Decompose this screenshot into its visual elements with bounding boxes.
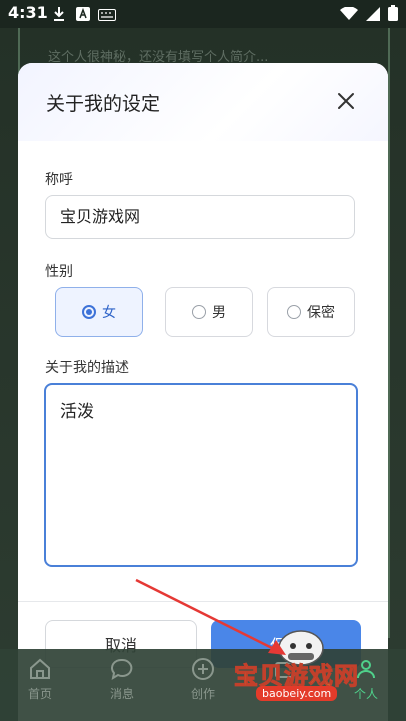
status-bar: 4:31 <box>0 0 406 28</box>
notification-a-icon <box>76 6 90 25</box>
battery-icon <box>388 5 398 25</box>
gender-option-label: 女 <box>102 305 116 321</box>
nickname-label: 称呼 <box>45 172 73 188</box>
profile-settings-modal: 关于我的设定 称呼 宝贝游戏网 性别 女 男 保密 关于我的描述 活泼 取消 保… <box>18 63 388 721</box>
background-border-right <box>388 28 390 638</box>
gender-option-label: 男 <box>212 305 226 321</box>
nav-label: 创作 <box>190 687 215 701</box>
modal-title: 关于我的设定 <box>46 93 161 115</box>
gender-option-secret[interactable]: 保密 <box>267 287 355 337</box>
nav-item-create[interactable]: 创作 <box>173 657 233 702</box>
watermark: 宝贝游戏网 baobeiy.com <box>228 626 398 716</box>
download-icon <box>52 6 66 26</box>
close-icon <box>338 93 354 109</box>
home-icon <box>30 658 50 679</box>
nav-label: 首页 <box>27 687 52 701</box>
modal-header: 关于我的设定 <box>18 63 388 141</box>
radio-unchecked-icon <box>192 305 206 319</box>
description-label: 关于我的描述 <box>45 360 129 376</box>
nickname-input[interactable]: 宝贝游戏网 <box>45 195 355 239</box>
message-icon <box>111 658 133 681</box>
gender-option-male[interactable]: 男 <box>165 287 253 337</box>
description-textarea[interactable]: 活泼 <box>44 383 358 567</box>
gender-option-female[interactable]: 女 <box>55 287 143 337</box>
nav-item-messages[interactable]: 消息 <box>92 657 152 702</box>
watermark-url: baobeiy.com <box>256 686 338 701</box>
radio-checked-icon <box>82 305 96 319</box>
signal-icon <box>366 6 380 25</box>
wifi-icon <box>340 5 358 25</box>
nav-label: 消息 <box>109 687 134 701</box>
keyboard-icon <box>98 6 116 25</box>
nav-item-home[interactable]: 首页 <box>10 657 70 702</box>
radio-unchecked-icon <box>287 305 301 319</box>
create-icon <box>192 658 214 680</box>
gender-option-label: 保密 <box>307 305 335 321</box>
modal-body: 称呼 宝贝游戏网 性别 女 男 保密 关于我的描述 活泼 <box>18 141 388 611</box>
gender-label: 性别 <box>45 264 73 280</box>
status-time: 4:31 <box>8 3 48 22</box>
close-button[interactable] <box>334 89 358 113</box>
